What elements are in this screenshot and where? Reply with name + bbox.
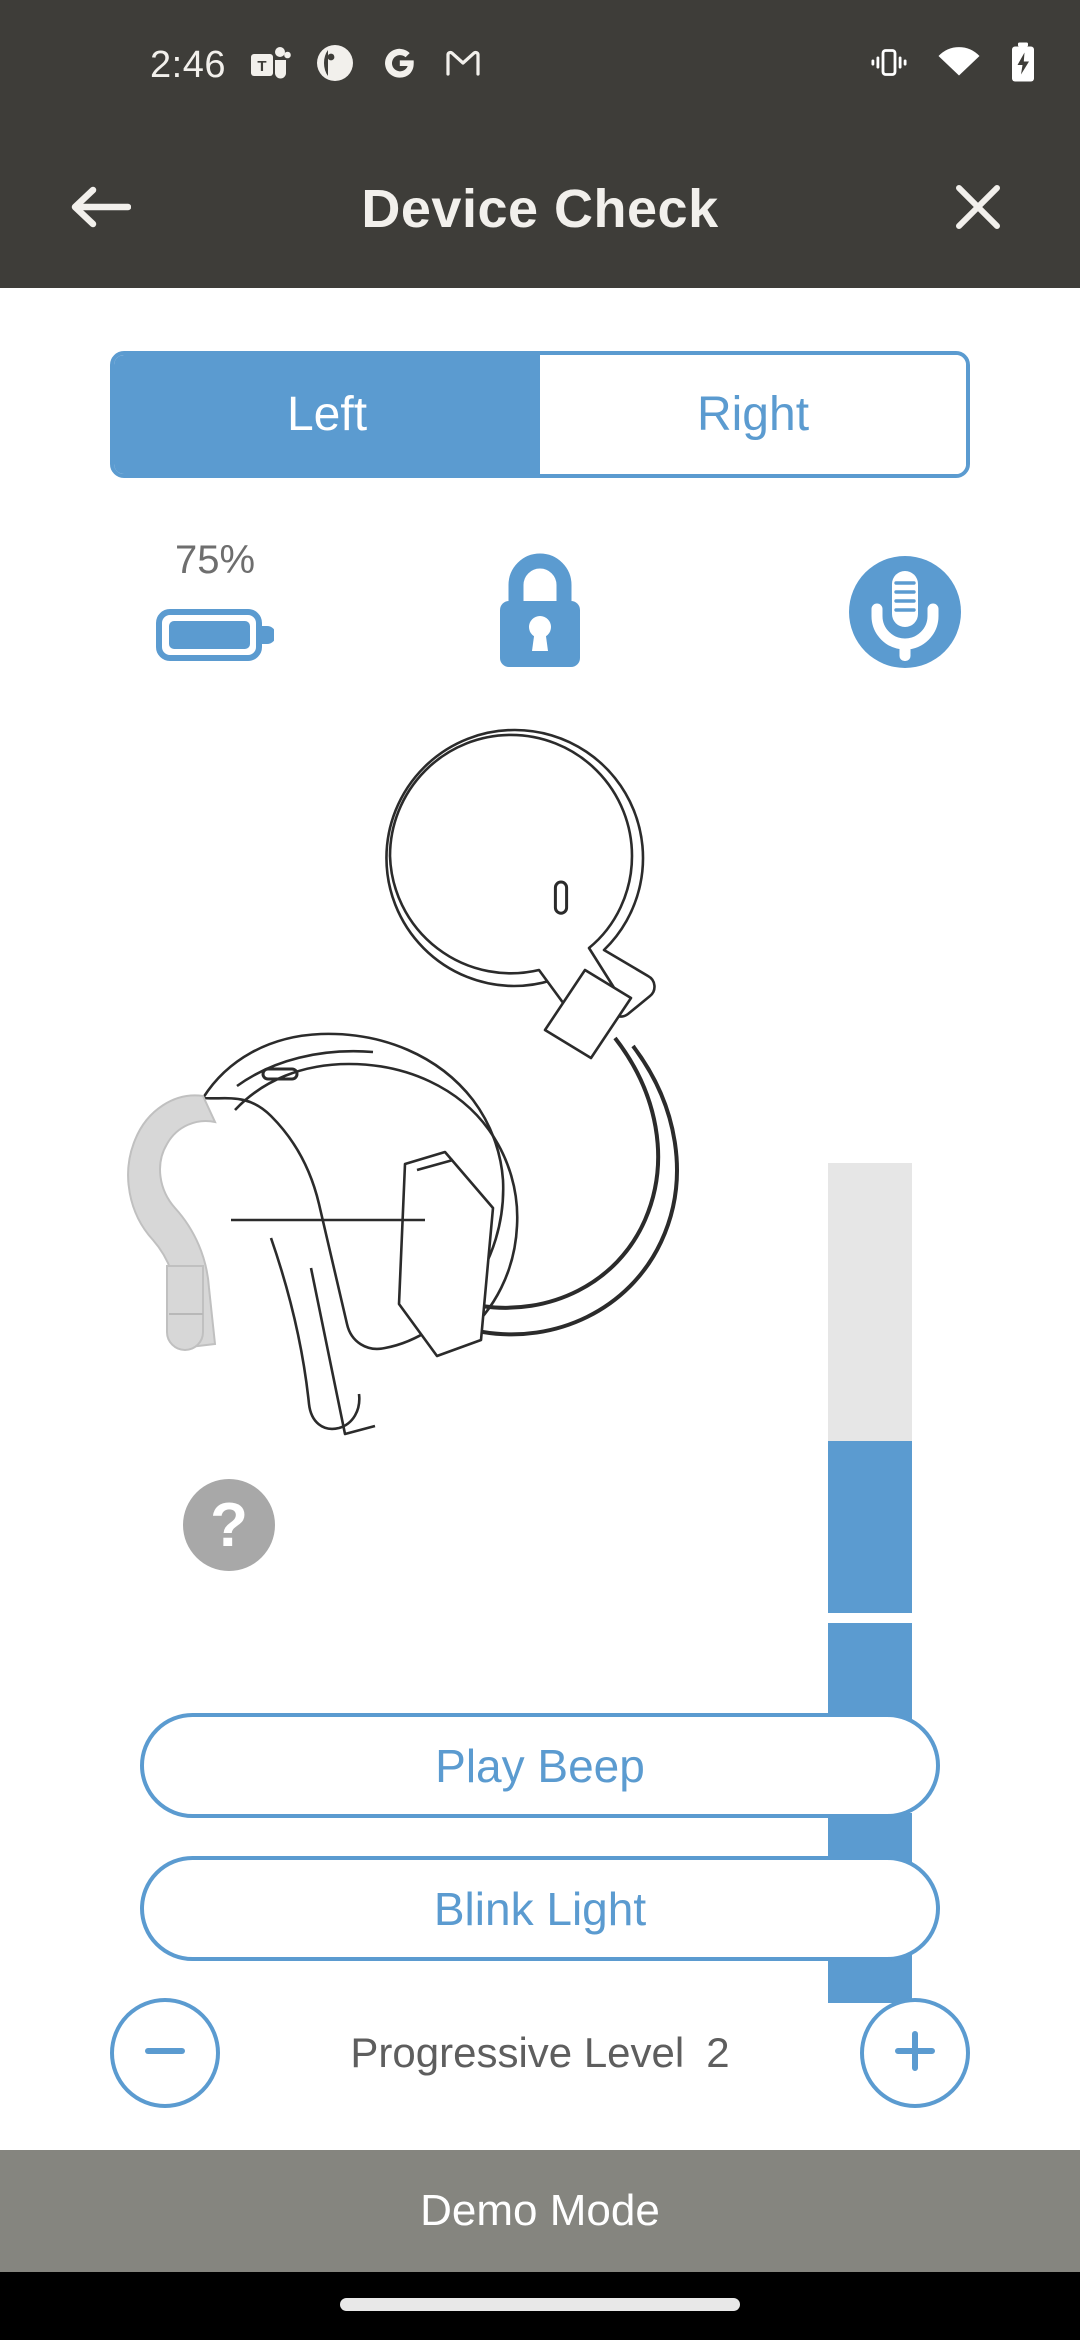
device-status-row: 75% xyxy=(0,533,1080,703)
google-icon xyxy=(378,42,420,89)
vibrate-icon xyxy=(868,42,910,89)
page-title: Device Check xyxy=(361,179,719,239)
status-bar: 2:46 T xyxy=(0,0,1080,130)
wifi-icon xyxy=(936,42,982,89)
lock-closed-icon xyxy=(410,533,670,683)
svg-text:T: T xyxy=(257,58,266,75)
battery-charging-icon xyxy=(1008,41,1038,90)
battery-status: 75% xyxy=(85,533,345,683)
main-content: Left Right 75% ? Play Beep Blink Light P… xyxy=(0,288,1080,2150)
microphone-status[interactable] xyxy=(775,533,1035,683)
side-toggle-left-label: Left xyxy=(286,388,368,441)
close-button[interactable] xyxy=(938,169,1018,249)
side-toggle-group: Left Right xyxy=(110,351,970,478)
status-bar-right xyxy=(868,41,1038,90)
status-bar-clock: 2:46 xyxy=(150,43,226,86)
play-beep-button[interactable]: Play Beep xyxy=(140,1713,940,1818)
level-segment-1 xyxy=(828,1163,912,1441)
progressive-level-text: Progressive Level xyxy=(350,2029,685,2076)
blink-light-label: Blink Light xyxy=(433,1882,647,1935)
battery-icon xyxy=(85,587,345,683)
question-mark-icon[interactable]: ? xyxy=(183,1479,275,1571)
side-toggle-right-label: Right xyxy=(696,388,810,441)
app-header: Device Check xyxy=(0,130,1080,288)
increase-level-button[interactable] xyxy=(860,1998,970,2108)
arrow-left-icon xyxy=(69,181,132,238)
play-beep-label: Play Beep xyxy=(435,1739,645,1792)
progressive-level-value: 2 xyxy=(706,2029,730,2076)
level-indicator xyxy=(828,1163,912,2113)
progressive-level-stepper: Progressive Level 2 xyxy=(0,1998,1080,2118)
status-bar-left: 2:46 T xyxy=(150,41,484,90)
blink-light-button[interactable]: Blink Light xyxy=(140,1856,940,1961)
outlook-icon xyxy=(314,42,356,89)
demo-mode-banner: Demo Mode xyxy=(0,2150,1080,2272)
side-toggle-right[interactable]: Right xyxy=(540,355,966,474)
system-navigation-bar xyxy=(0,2272,1080,2340)
battery-percent-label: 75% xyxy=(174,538,256,582)
microphone-icon xyxy=(775,533,1035,683)
back-button[interactable] xyxy=(58,167,142,251)
teams-icon: T xyxy=(248,41,292,90)
plus-icon xyxy=(887,2023,943,2084)
home-indicator[interactable] xyxy=(340,2298,740,2311)
help-badge-label: ? xyxy=(210,1490,248,1560)
illustration-area: ? xyxy=(0,708,1080,2003)
side-toggle-left[interactable]: Left xyxy=(114,355,540,474)
lock-status xyxy=(410,533,670,683)
level-segment-2 xyxy=(828,1441,912,1613)
close-icon xyxy=(951,180,1005,239)
gmail-icon xyxy=(442,42,484,89)
hearing-device-illustration xyxy=(85,708,765,1583)
demo-mode-label: Demo Mode xyxy=(420,2186,660,2235)
level-divider-1 xyxy=(828,1613,912,1623)
